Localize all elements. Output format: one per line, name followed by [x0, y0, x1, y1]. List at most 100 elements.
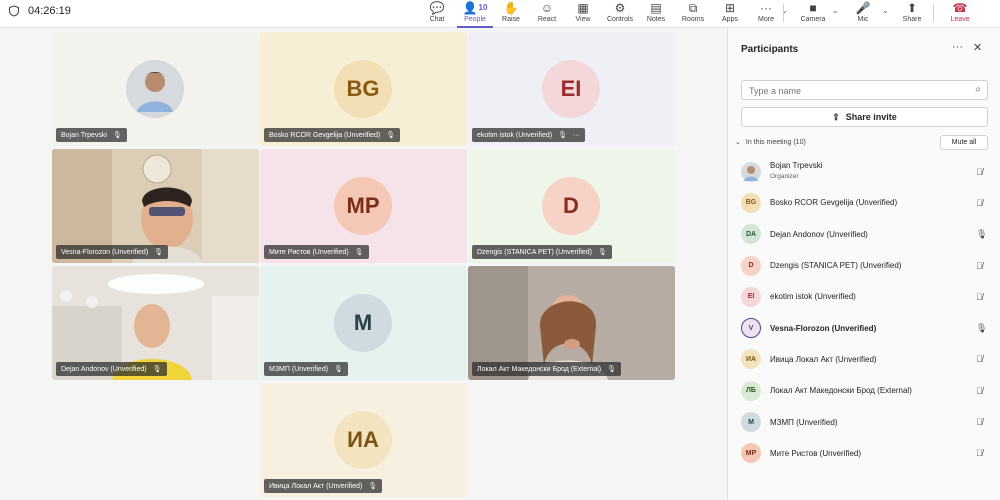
participant-tile[interactable]: Локал Акт Македонски Брод (External) 🎙 [468, 266, 675, 380]
toolbar-notes-button[interactable]: ▤ Notes [636, 0, 676, 28]
mic-off-icon: 🎙 [112, 132, 122, 139]
react-icon: ☺ [540, 1, 554, 15]
search-icon[interactable]: ⌕ [975, 84, 981, 95]
in-meeting-header[interactable]: ⌄ In this meeting (10) [735, 138, 806, 147]
camera-icon: ■ [809, 1, 817, 15]
participant-name: ekotim istok (Unverified) [477, 131, 553, 139]
toolbar-label: Chat [429, 16, 445, 23]
controls-icon: ⚙ [614, 1, 626, 15]
toolbar-label: Apps [722, 16, 738, 23]
camera-options-chevron-icon[interactable]: ⌄ [781, 6, 788, 15]
toolbar-label: People [464, 16, 486, 23]
participant-row[interactable]: V Vesna-Florozon (Unverified) 🎙 [728, 312, 1000, 343]
avatar-initials: ИА [741, 349, 761, 370]
participant-name: МЗМП (Unverified) [770, 417, 838, 427]
participant-name: Ивица Локал Акт (Unverified) [770, 354, 877, 364]
participant-row[interactable]: M МЗМП (Unverified) 🎙̸ [728, 406, 1000, 437]
mic-off-icon[interactable]: 🎙̸ [976, 167, 983, 177]
participant-name-chip: Локал Акт Македонски Брод (External) 🎙 [472, 362, 622, 376]
mic-options-chevron-icon[interactable]: ⌄ [832, 6, 839, 15]
chat-icon: 💬 [429, 1, 445, 15]
participant-tile[interactable]: MP Мите Ристов (Unverified) 🎙 [260, 149, 467, 263]
avatar-initials: ЛБ [741, 380, 761, 401]
participant-name-chip: Ивица Локал Акт (Unverified) 🎙 [264, 479, 383, 493]
participant-name: Dzengis (STANICA PET) (Unverified) [477, 248, 593, 256]
mic-on-icon[interactable]: 🎙 [976, 229, 987, 240]
participant-row[interactable]: EI ekotim istok (Unverified) 🎙̸ [728, 281, 1000, 312]
participant-name-chip: Мите Ристов (Unverified) 🎙 [264, 245, 369, 259]
toolbar-share-button[interactable]: ⬆ Share [892, 0, 932, 28]
mic-off-icon[interactable]: 🎙̸ [976, 354, 983, 364]
participant-tile[interactable]: ИА Ивица Локал Акт (Unverified) 🎙 [260, 383, 467, 497]
toolbar-leave-button[interactable]: ☎ Leave [940, 0, 980, 28]
more-options-icon[interactable]: ··· [952, 41, 963, 53]
mic-off-icon: 🎙 [368, 483, 378, 490]
share-icon: ⬆ [906, 1, 918, 15]
toolbar-label: More [758, 16, 774, 23]
toolbar-view-button[interactable]: ▦ View [563, 0, 603, 28]
share-invite-label: Share invite [845, 112, 897, 122]
participant-tile[interactable]: M МЗМП (Unverified) 🎙 [260, 266, 467, 380]
apps-icon: ⊞ [724, 1, 736, 15]
mic-off-icon: 🎙 [354, 249, 364, 256]
avatar-initials: V [741, 318, 761, 339]
mic-off-icon[interactable]: 🎙̸ [976, 386, 983, 396]
avatar-initials: M [334, 294, 392, 352]
participant-name: Ивица Локал Акт (Unverified) [269, 482, 363, 490]
mute-all-button[interactable]: Mute all [940, 135, 988, 150]
participant-tile[interactable]: Bojan Trpevski 🎙 [52, 32, 259, 146]
mic-off-icon: 🎙 [558, 132, 567, 139]
mic-on-icon[interactable]: 🎙 [976, 323, 987, 334]
mic-off-icon[interactable]: 🎙̸ [976, 261, 983, 271]
participant-name: Dzengis (STANICA PET) (Unverified) [770, 261, 902, 271]
participant-name: Bosko RCOR Gevgelija (Unverified) [770, 198, 898, 208]
raise-hand-icon: ✋ [503, 1, 519, 15]
participant-tile[interactable]: D Dzengis (STANICA PET) (Unverified) 🎙 [468, 149, 675, 263]
participant-tile[interactable]: Dejan Andonov (Unverified) 🎙 [52, 266, 259, 380]
participant-row[interactable]: Bojan Trpevski Organizer 🎙̸ [728, 156, 1000, 187]
participant-name: Мите Ристов (Unverified) [770, 448, 862, 458]
participant-tile[interactable]: EI ekotim istok (Unverified) 🎙 ··· [468, 32, 675, 146]
participant-list: Bojan Trpevski Organizer 🎙̸ BG Bosko RCOR Ge… [728, 156, 1000, 469]
participant-tile[interactable]: Vesna-Florozon (Unverified) 🎙 [52, 149, 259, 263]
share-options-chevron-icon[interactable]: ⌄ [882, 6, 889, 15]
mic-off-icon[interactable]: 🎙̸ [976, 417, 983, 427]
participant-row[interactable]: BG Bosko RCOR Gevgelija (Unverified) 🎙̸ [728, 187, 1000, 218]
share-invite-button[interactable]: ⇪ Share invite [741, 107, 988, 127]
in-meeting-label: In this meeting (10) [745, 138, 806, 146]
participant-row[interactable]: DA Dejan Andonov (Unverified) 🎙 [728, 219, 1000, 250]
meeting-toolbar: 04:26:19 💬 Chat 👤 10 People ✋ Raise ☺ React ▦ View… [0, 0, 1000, 28]
participant-row[interactable]: ЛБ Локал Акт Македонски Брод (External) 🎙̸ [728, 375, 1000, 406]
participant-name: МЗМП (Unverified) [269, 365, 329, 373]
toolbar-rooms-button[interactable]: ⧉ Rooms [673, 0, 713, 28]
avatar-initials: D [542, 177, 600, 235]
participant-row[interactable]: D Dzengis (STANICA PET) (Unverified) 🎙̸ [728, 250, 1000, 281]
more-options-icon[interactable]: ··· [573, 132, 580, 139]
mic-off-icon[interactable]: 🎙̸ [976, 292, 983, 302]
mic-off-icon: 🎙 [152, 366, 162, 373]
participant-tile[interactable]: BG Bosko RCOR Gevgelija (Unverified) 🎙 [260, 32, 467, 146]
toolbar-raise-button[interactable]: ✋ Raise [491, 0, 531, 28]
participant-name-chip: МЗМП (Unverified) 🎙 [264, 362, 348, 376]
participant-name: Bojan Trpevski [61, 131, 107, 139]
toolbar-label: Camera [800, 16, 826, 23]
participant-name: Локал Акт Македонски Брод (External) [477, 365, 602, 373]
participant-row[interactable]: MP Мите Ристов (Unverified) 🎙̸ [728, 438, 1000, 469]
toolbar-mic-button[interactable]: 🎤 Mic [843, 0, 883, 28]
toolbar-camera-button[interactable]: ■ Camera [793, 0, 833, 28]
mic-off-icon[interactable]: 🎙̸ [976, 448, 983, 458]
toolbar-react-button[interactable]: ☺ React [527, 0, 567, 28]
toolbar-controls-button[interactable]: ⚙ Controls [600, 0, 640, 28]
participant-name-chip: Bosko RCOR Gevgelija (Unverified) 🎙 [264, 128, 401, 142]
mic-off-icon[interactable]: 🎙̸ [976, 198, 983, 208]
toolbar-chat-button[interactable]: 💬 Chat [417, 0, 457, 28]
leave-call-icon: ☎ [952, 1, 968, 15]
toolbar-people-button[interactable]: 👤 10 People [455, 0, 495, 28]
toolbar-apps-button[interactable]: ⊞ Apps [710, 0, 750, 28]
close-icon[interactable]: ✕ [973, 41, 982, 54]
avatar-photo [741, 161, 761, 182]
toolbar-more-button[interactable]: ··· More [746, 0, 786, 28]
search-input[interactable] [742, 82, 962, 100]
participant-row[interactable]: ИА Ивица Локал Акт (Unverified) 🎙̸ [728, 344, 1000, 375]
mic-off-icon: 🎙 [386, 132, 396, 139]
